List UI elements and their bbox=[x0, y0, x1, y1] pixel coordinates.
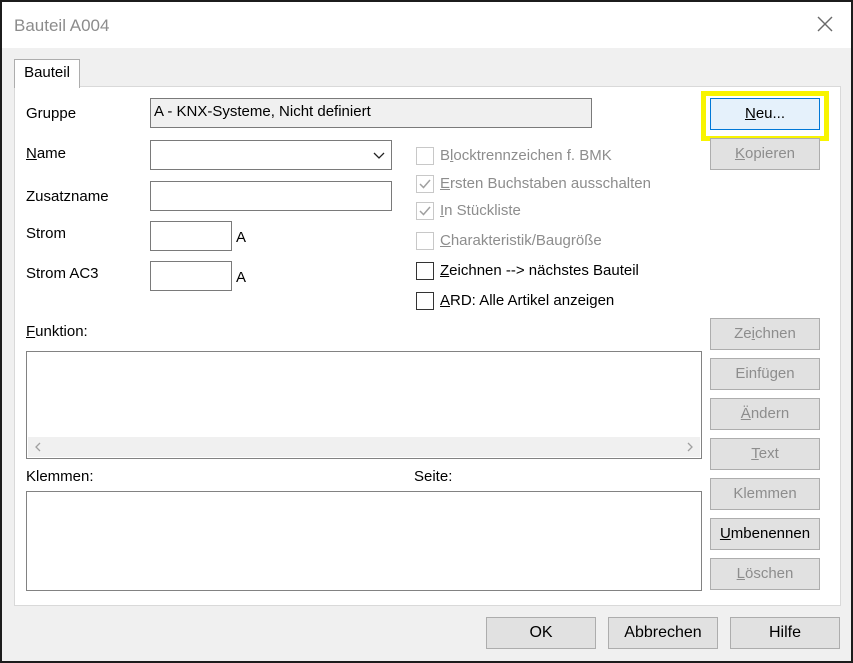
checkbox-charakteristik[interactable] bbox=[416, 232, 434, 250]
zusatzname-input[interactable] bbox=[150, 181, 392, 211]
ok-button[interactable]: OK bbox=[486, 617, 596, 649]
chevron-left-icon[interactable] bbox=[34, 442, 42, 452]
einfuegen-button[interactable]: Einfügen bbox=[710, 358, 820, 390]
strom-unit: A bbox=[236, 229, 247, 246]
help-button[interactable]: Hilfe bbox=[730, 617, 840, 649]
klemmen-list[interactable] bbox=[26, 491, 702, 591]
checkbox-in-stueckliste-label: In Stückliste bbox=[440, 202, 521, 219]
chevron-down-icon[interactable] bbox=[373, 150, 385, 160]
klemmen-button[interactable]: Klemmen bbox=[710, 478, 820, 510]
checkbox-ersten-buchstaben[interactable] bbox=[416, 175, 434, 193]
checkbox-ersten-buchstaben-label: Ersten Buchstaben ausschalten bbox=[440, 175, 651, 192]
checkbox-zeichnen-naechstes-label: Zeichnen --> nächstes Bauteil bbox=[440, 262, 639, 279]
gruppe-label: Gruppe bbox=[26, 105, 77, 122]
horizontal-scrollbar[interactable] bbox=[28, 437, 700, 457]
gruppe-field: A - KNX-Systeme, Nicht definiert bbox=[150, 98, 592, 128]
checkmark-icon bbox=[419, 206, 431, 216]
strom-label: Strom bbox=[26, 225, 67, 242]
dialog-window: Bauteil A004 Bauteil Gruppe A - KNX-Syst… bbox=[0, 0, 853, 663]
zusatzname-label: Zusatzname bbox=[26, 188, 109, 205]
funktion-list[interactable] bbox=[26, 351, 702, 459]
stromac3-unit: A bbox=[236, 269, 247, 286]
zeichnen-button[interactable]: Zeichnen bbox=[710, 318, 820, 350]
aendern-button[interactable]: Ändern bbox=[710, 398, 820, 430]
checkbox-blocktrennzeichen[interactable] bbox=[416, 147, 434, 165]
name-label: Name bbox=[26, 145, 67, 162]
kopieren-button[interactable]: Kopieren bbox=[710, 138, 820, 170]
strom-input[interactable] bbox=[150, 221, 232, 251]
stromac3-label: Strom AC3 bbox=[26, 265, 99, 282]
umbenennen-button[interactable]: Umbenennen bbox=[710, 518, 820, 550]
tab-bauteil[interactable]: Bauteil bbox=[14, 59, 80, 88]
checkmark-icon bbox=[419, 179, 431, 189]
highlight-box bbox=[701, 91, 829, 141]
close-icon[interactable] bbox=[813, 12, 837, 36]
seite-label: Seite: bbox=[414, 468, 453, 485]
cancel-button[interactable]: Abbrechen bbox=[608, 617, 718, 649]
checkbox-charakteristik-label: Charakteristik/Baugröße bbox=[440, 232, 602, 249]
name-combobox[interactable] bbox=[150, 140, 392, 170]
text-button[interactable]: Text bbox=[710, 438, 820, 470]
funktion-label: Funktion: bbox=[26, 323, 88, 340]
title-bar: Bauteil A004 bbox=[2, 2, 851, 48]
checkbox-blocktrennzeichen-label: Blocktrennzeichen f. BMK bbox=[440, 147, 612, 164]
loeschen-button[interactable]: Löschen bbox=[710, 558, 820, 590]
window-title: Bauteil A004 bbox=[14, 16, 110, 35]
klemmen-label: Klemmen: bbox=[26, 468, 94, 485]
checkbox-in-stueckliste[interactable] bbox=[416, 202, 434, 220]
chevron-right-icon[interactable] bbox=[686, 442, 694, 452]
checkbox-ard-alle-artikel[interactable] bbox=[416, 292, 434, 310]
checkbox-zeichnen-naechstes[interactable] bbox=[416, 262, 434, 280]
stromac3-input[interactable] bbox=[150, 261, 232, 291]
checkbox-ard-alle-artikel-label: ARD: Alle Artikel anzeigen bbox=[440, 292, 615, 309]
